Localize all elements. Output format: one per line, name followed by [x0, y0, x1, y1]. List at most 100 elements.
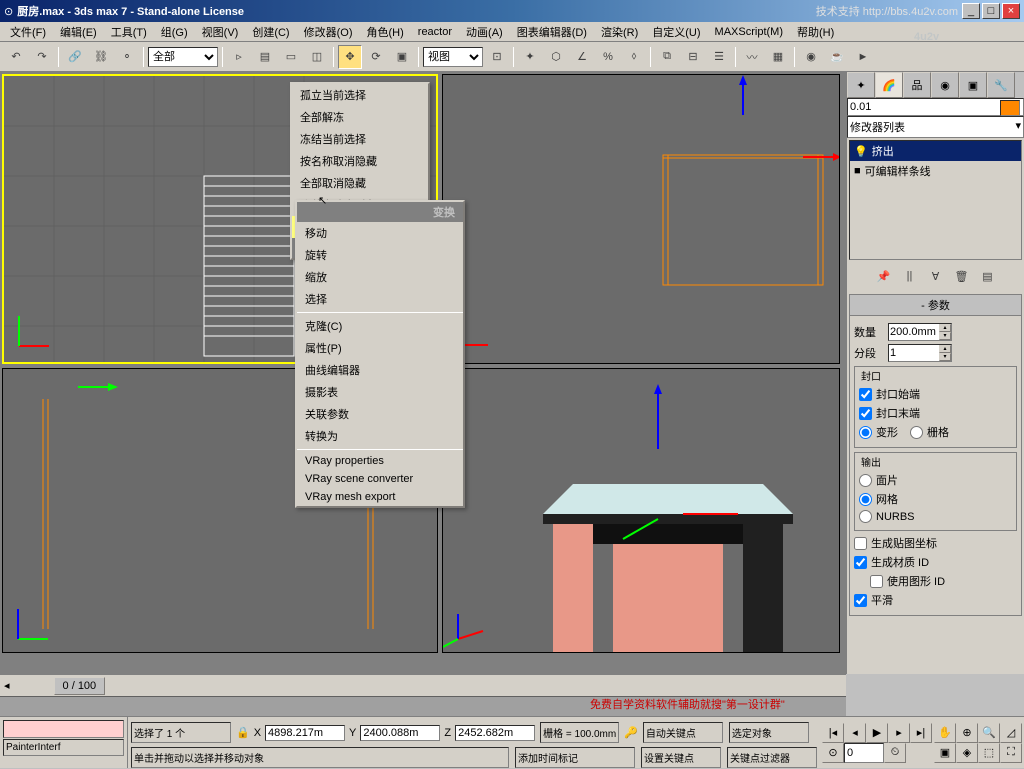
- pivot-button[interactable]: ⊡: [485, 45, 509, 69]
- maximize-viewport-button[interactable]: ⛶: [1000, 743, 1022, 763]
- menu-tools[interactable]: 工具(T): [105, 22, 153, 42]
- modifier-stack[interactable]: 💡 挤出 ■ 可编辑样条线: [849, 140, 1022, 260]
- cm-move[interactable]: 移动: [297, 222, 463, 244]
- key-icon[interactable]: 🔑: [624, 726, 638, 739]
- pin-stack-button[interactable]: 📌: [872, 264, 896, 288]
- cm-convert-to[interactable]: 转换为: [297, 425, 463, 447]
- menu-graph-editors[interactable]: 图表编辑器(D): [511, 22, 593, 42]
- y-coord-input[interactable]: [360, 725, 440, 741]
- tab-motion[interactable]: ◉: [931, 72, 959, 98]
- zoom-extents-button[interactable]: ▣: [934, 743, 956, 763]
- ref-coord-system[interactable]: 视图: [423, 47, 483, 67]
- arc-rotate-button[interactable]: ⊕: [956, 723, 978, 743]
- cm-vray-scene-conv[interactable]: VRay scene converter: [297, 470, 463, 488]
- patch-radio[interactable]: [859, 474, 872, 487]
- align-button[interactable]: ⊟: [681, 45, 705, 69]
- menu-modifiers[interactable]: 修改器(O): [298, 22, 359, 42]
- schematic-button[interactable]: ▦: [766, 45, 790, 69]
- cm-rotate[interactable]: 旋转: [297, 244, 463, 266]
- material-editor-button[interactable]: ◉: [799, 45, 823, 69]
- snap-button[interactable]: ⬡: [544, 45, 568, 69]
- mesh-radio[interactable]: [859, 493, 872, 506]
- scale-button[interactable]: ▣: [390, 45, 414, 69]
- select-region-button[interactable]: ▭: [279, 45, 303, 69]
- play-button[interactable]: ▶: [866, 723, 888, 743]
- tab-create[interactable]: ✦: [847, 72, 875, 98]
- z-coord-input[interactable]: [455, 725, 535, 741]
- selection-filter[interactable]: 全部: [148, 47, 218, 67]
- cap-start-checkbox[interactable]: [859, 388, 872, 401]
- angle-snap-button[interactable]: ∠: [570, 45, 594, 69]
- menu-views[interactable]: 视图(V): [196, 22, 245, 42]
- viewport-front[interactable]: [442, 74, 840, 364]
- cm-properties[interactable]: 属性(P): [297, 337, 463, 359]
- undo-button[interactable]: ↶: [4, 45, 28, 69]
- current-frame-input[interactable]: [844, 743, 884, 763]
- rotate-button[interactable]: ⟳: [364, 45, 388, 69]
- zoom-button[interactable]: 🔍: [978, 723, 1000, 743]
- zoom-extents-all-button[interactable]: ◈: [956, 743, 978, 763]
- amount-spinner[interactable]: ▴▾: [888, 323, 952, 341]
- fov-button[interactable]: ◿: [1000, 723, 1022, 743]
- time-slider[interactable]: ◂ 0 / 100: [0, 674, 846, 696]
- use-shape-checkbox[interactable]: [870, 575, 883, 588]
- key-mode-button[interactable]: ⊙: [822, 743, 844, 763]
- tab-utilities[interactable]: 🔧: [987, 72, 1015, 98]
- configure-sets-button[interactable]: ▤: [976, 264, 1000, 288]
- render-scene-button[interactable]: ☕: [825, 45, 849, 69]
- stack-item-extrude[interactable]: 💡 挤出: [850, 141, 1021, 161]
- prev-frame-button[interactable]: ◂: [844, 723, 866, 743]
- menu-character[interactable]: 角色(H): [361, 22, 410, 42]
- segments-spinner[interactable]: ▴▾: [888, 344, 952, 362]
- script-listener[interactable]: [3, 720, 124, 738]
- object-color-swatch[interactable]: [1000, 100, 1020, 116]
- next-frame-button[interactable]: ▸: [888, 723, 910, 743]
- stack-item-editable-spline[interactable]: ■ 可编辑样条线: [850, 161, 1021, 181]
- unlink-button[interactable]: ⛓: [89, 45, 113, 69]
- percent-snap-button[interactable]: %: [596, 45, 620, 69]
- cm-unhide-all[interactable]: 全部取消隐藏: [292, 172, 428, 194]
- time-slider-thumb[interactable]: 0 / 100: [54, 677, 106, 695]
- mirror-button[interactable]: ⧉: [655, 45, 679, 69]
- cm-dope-sheet[interactable]: 摄影表: [297, 381, 463, 403]
- gen-material-checkbox[interactable]: [854, 556, 867, 569]
- show-end-result-button[interactable]: ||: [898, 264, 922, 288]
- cm-freeze-sel[interactable]: 冻结当前选择: [292, 128, 428, 150]
- set-key-button[interactable]: 设置关键点: [641, 747, 721, 768]
- nurbs-radio[interactable]: [859, 510, 872, 523]
- cm-scale[interactable]: 缩放: [297, 266, 463, 288]
- menu-group[interactable]: 组(G): [155, 22, 194, 42]
- time-config-button[interactable]: ⏲: [884, 743, 906, 763]
- spinner-snap-button[interactable]: ⬨: [622, 45, 646, 69]
- rollout-header[interactable]: - 参数: [850, 295, 1021, 316]
- morph-radio[interactable]: [859, 426, 872, 439]
- menu-create[interactable]: 创建(C): [246, 22, 295, 42]
- goto-start-button[interactable]: |◂: [822, 723, 844, 743]
- make-unique-button[interactable]: ∀: [924, 264, 948, 288]
- select-button[interactable]: ▹: [227, 45, 251, 69]
- manipulate-button[interactable]: ✦: [518, 45, 542, 69]
- menu-file[interactable]: 文件(F): [4, 22, 52, 42]
- cm-unfreeze-all[interactable]: 全部解冻: [292, 106, 428, 128]
- tab-display[interactable]: ▣: [959, 72, 987, 98]
- remove-modifier-button[interactable]: 🗑: [950, 264, 974, 288]
- grid-radio[interactable]: [910, 426, 923, 439]
- viewport-perspective[interactable]: [442, 368, 840, 653]
- menu-maxscript[interactable]: MAXScript(M): [709, 24, 789, 40]
- cm-unhide-by-name[interactable]: 按名称取消隐藏: [292, 150, 428, 172]
- menu-reactor[interactable]: reactor: [412, 24, 458, 40]
- selected-object-dd[interactable]: 选定对象: [729, 722, 809, 743]
- quick-render-button[interactable]: ►: [851, 45, 875, 69]
- menu-help[interactable]: 帮助(H): [791, 22, 840, 42]
- goto-end-button[interactable]: ▸|: [910, 723, 932, 743]
- tab-modify[interactable]: 🌈: [875, 72, 903, 98]
- lock-icon[interactable]: 🔒: [236, 726, 250, 739]
- tab-hierarchy[interactable]: 品: [903, 72, 931, 98]
- redo-button[interactable]: ↷: [30, 45, 54, 69]
- menu-render[interactable]: 渲染(R): [595, 22, 644, 42]
- cm-select[interactable]: 选择: [297, 288, 463, 310]
- menu-animation[interactable]: 动画(A): [460, 22, 509, 42]
- smooth-checkbox[interactable]: [854, 594, 867, 607]
- layers-button[interactable]: ☰: [707, 45, 731, 69]
- bind-button[interactable]: ⚬: [115, 45, 139, 69]
